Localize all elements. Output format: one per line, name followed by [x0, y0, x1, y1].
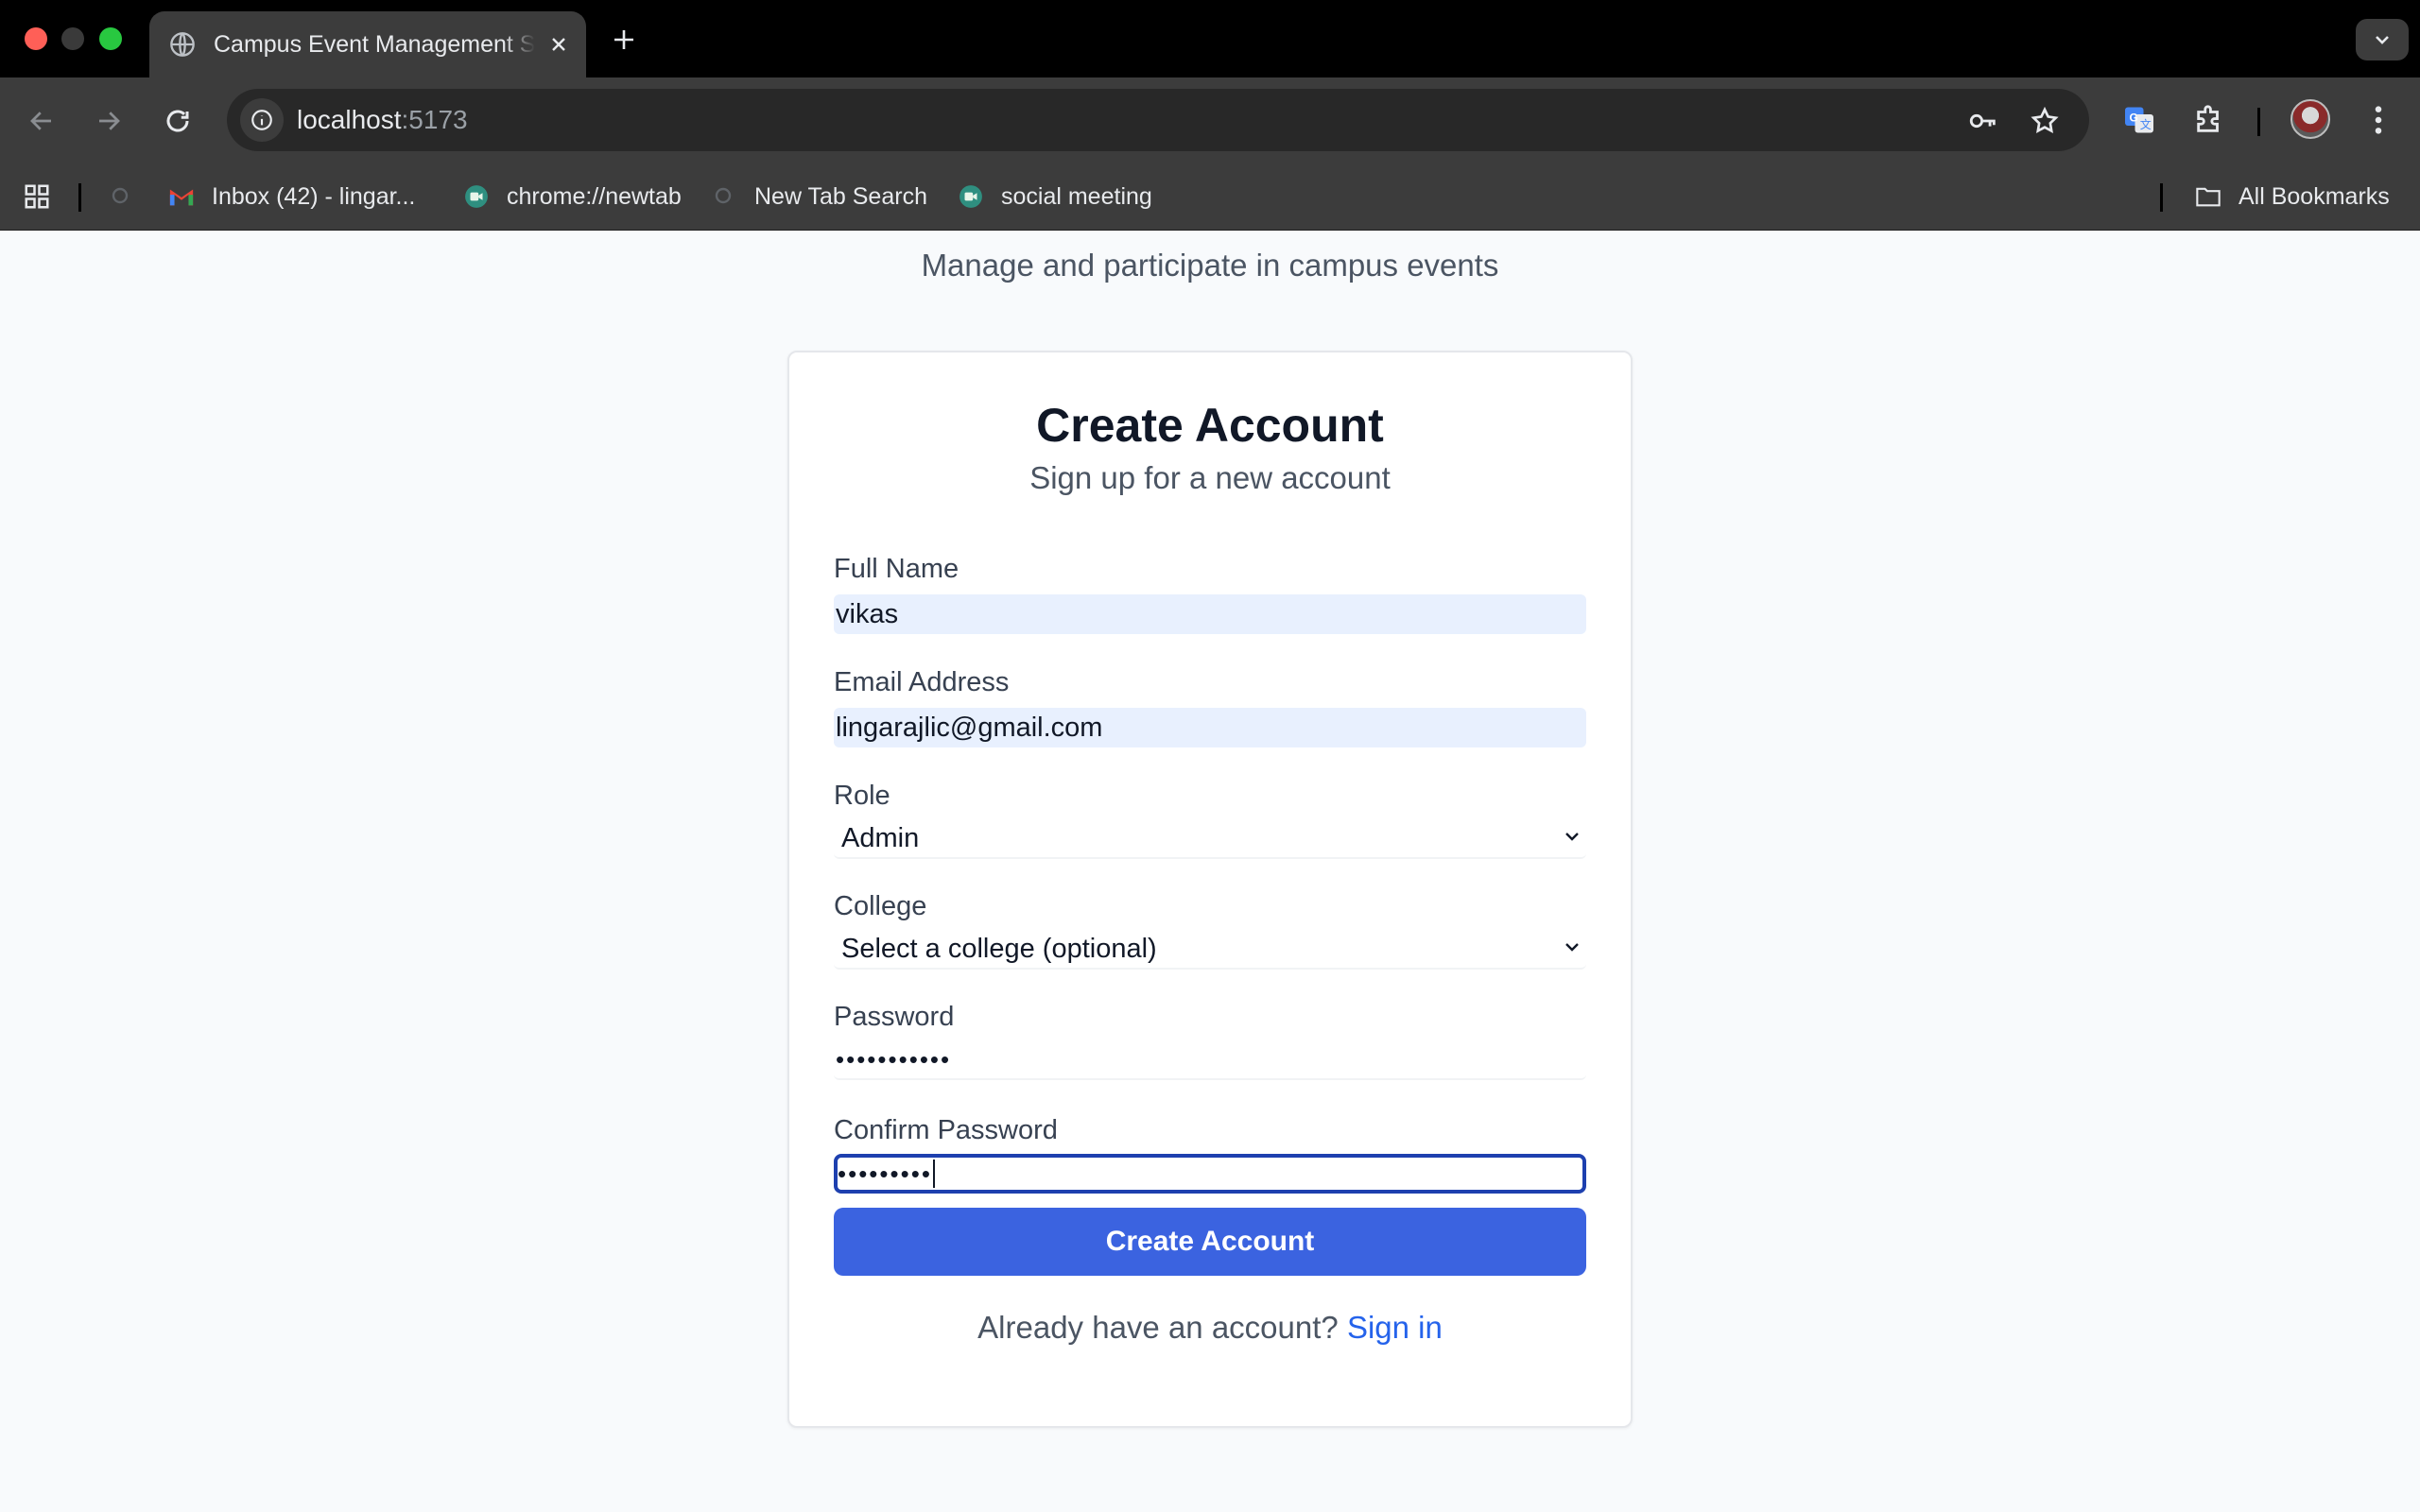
window-minimize-button[interactable]: [61, 27, 84, 50]
browser-toolbar: localhost:5173 G文: [0, 77, 2420, 163]
form-subtitle: Sign up for a new account: [1029, 460, 1391, 495]
full-name-label: Full Name: [834, 554, 959, 584]
role-label: Role: [834, 781, 890, 811]
college-label: College: [834, 891, 927, 921]
tab-title: Campus Event Management S: [214, 30, 535, 58]
password-key-icon[interactable]: [1964, 102, 2002, 140]
meet-icon: [958, 183, 984, 210]
new-tab-icon[interactable]: [605, 21, 643, 59]
svg-text:文: 文: [2140, 117, 2152, 131]
back-arrow-icon[interactable]: [21, 100, 62, 142]
text-cursor: [932, 1160, 935, 1188]
chevron-down-icon: [1562, 934, 1582, 965]
bookmarks-divider: [78, 183, 81, 212]
bookmark-new-tab-search[interactable]: New Tab Search: [711, 163, 927, 231]
globe-icon: [168, 30, 197, 59]
meet-icon: [463, 183, 490, 210]
kebab-menu-icon[interactable]: [2357, 98, 2400, 142]
toolbar-divider: [2257, 108, 2260, 136]
extensions-puzzle-icon[interactable]: [2187, 98, 2231, 142]
page-subtitle: Manage and participate in campus events: [921, 248, 1499, 283]
create-account-button[interactable]: Create Account: [834, 1208, 1586, 1276]
page-viewport: Manage and participate in campus events …: [0, 231, 2420, 1512]
window-maximize-button[interactable]: [99, 27, 122, 50]
email-label: Email Address: [834, 667, 1010, 697]
close-tab-icon[interactable]: [544, 30, 573, 59]
chevron-down-icon: [1562, 823, 1582, 854]
college-select[interactable]: Select a college (optional): [834, 930, 1586, 970]
gmail-icon: [168, 183, 195, 210]
bookmark-social-meeting[interactable]: social meeting: [958, 163, 1152, 231]
window-close-button[interactable]: [25, 27, 47, 50]
all-bookmarks-button[interactable]: All Bookmarks: [2195, 163, 2390, 231]
browser-tab-active[interactable]: Campus Event Management S: [149, 11, 586, 77]
forward-arrow-icon[interactable]: [88, 100, 130, 142]
confirm-password-input[interactable]: •••••••••: [834, 1154, 1586, 1194]
full-name-input[interactable]: vikas: [834, 594, 1586, 634]
browser-tabstrip: Campus Event Management S: [0, 0, 2420, 77]
search-icon: [711, 183, 737, 210]
bookmarks-divider: [2160, 183, 2163, 212]
site-info-icon[interactable]: [240, 98, 284, 142]
address-bar[interactable]: localhost:5173: [227, 89, 2089, 151]
apps-grid-icon[interactable]: [23, 163, 51, 231]
form-title: Create Account: [1036, 399, 1384, 452]
search-icon[interactable]: [110, 163, 132, 231]
bookmark-newtab[interactable]: chrome://newtab: [463, 163, 682, 231]
bookmark-star-icon[interactable]: [2026, 102, 2064, 140]
bookmark-inbox[interactable]: Inbox (42) - lingar...: [168, 163, 415, 231]
tab-search-button[interactable]: [2356, 19, 2409, 60]
profile-avatar[interactable]: [2290, 99, 2330, 139]
email-input[interactable]: lingarajlic@gmail.com: [834, 708, 1586, 747]
password-label: Password: [834, 1002, 955, 1032]
signup-card: Create Account Sign up for a new account…: [787, 351, 1633, 1428]
translate-extension-icon[interactable]: G文: [2118, 98, 2161, 142]
confirm-password-label: Confirm Password: [834, 1115, 1058, 1145]
role-select[interactable]: Admin: [834, 819, 1586, 859]
bookmarks-bar: Inbox (42) - lingar... chrome://newtab N…: [0, 163, 2420, 231]
svg-text:G: G: [2130, 112, 2138, 125]
reload-icon[interactable]: [157, 100, 199, 142]
folder-icon: [2195, 183, 2221, 210]
url-text[interactable]: localhost:5173: [297, 105, 468, 135]
sign-in-link[interactable]: Sign in: [1347, 1310, 1443, 1345]
signin-prompt: Already have an account? Sign in: [977, 1310, 1443, 1345]
password-input[interactable]: •••••••••••: [834, 1040, 1586, 1080]
